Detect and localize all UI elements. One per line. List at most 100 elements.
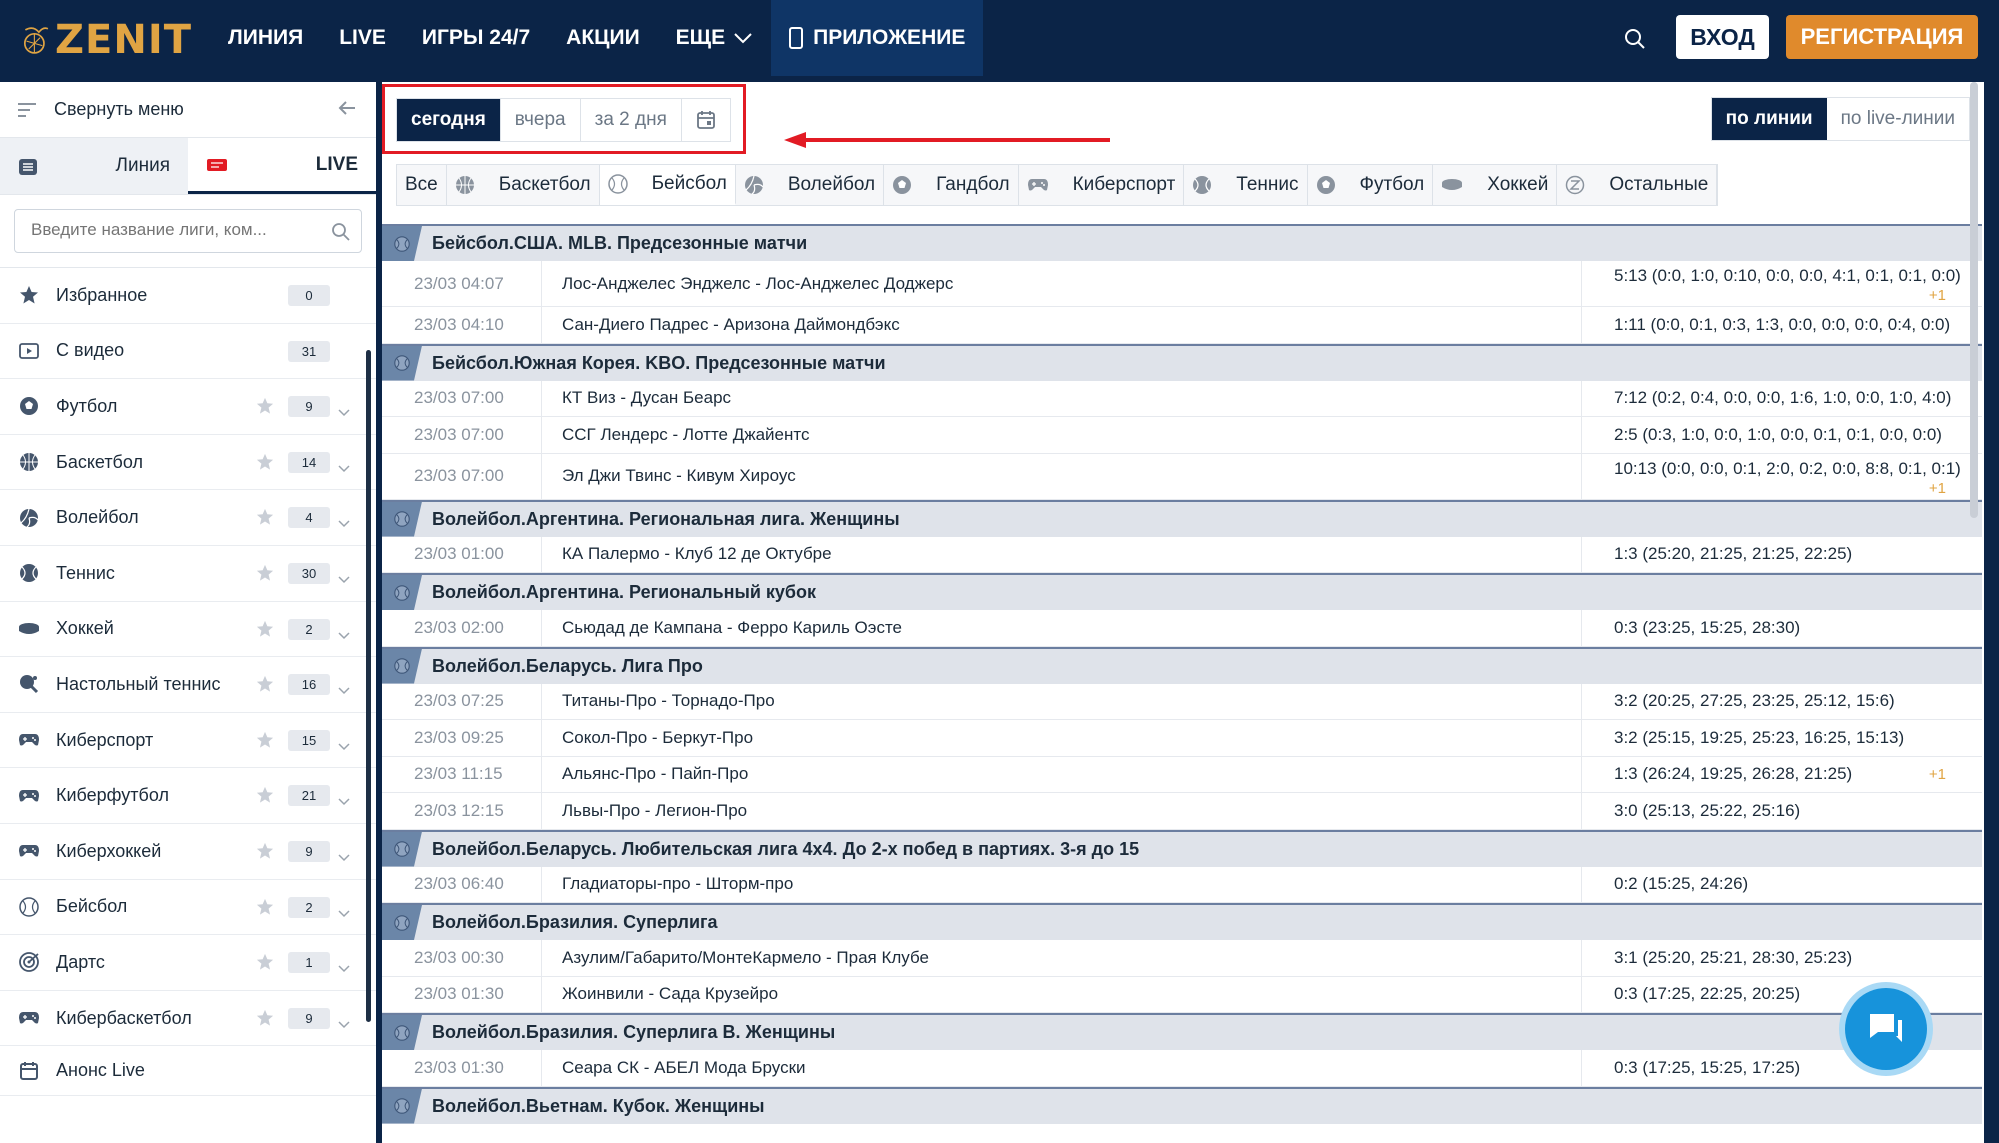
sidebar-item[interactable]: Хоккей 2: [0, 602, 376, 658]
match-row[interactable]: 23/03 12:15 Львы-Про - Легион-Про 3:0 (25:…: [382, 793, 1982, 830]
nav-more[interactable]: ЕЩЕ: [658, 0, 771, 76]
sidebar-item[interactable]: Избранное 0: [0, 268, 376, 324]
match-row[interactable]: 23/03 00:30 Азулим/Габарито/МонтеКармело …: [382, 940, 1982, 977]
chevron-down-icon[interactable]: [338, 846, 350, 867]
sidebar-scrollbar[interactable]: [366, 350, 371, 1022]
favorite-star-icon[interactable]: [256, 508, 274, 531]
match-row[interactable]: 23/03 11:15 Альянс-Про - Пайп-Про 1:3 (26:…: [382, 756, 1982, 793]
count-badge: 2: [288, 896, 330, 918]
mode-live-button[interactable]: по live-линии: [1827, 98, 1969, 140]
nav-promos[interactable]: АКЦИИ: [548, 0, 658, 76]
main-scrollbar[interactable]: [1970, 82, 1978, 518]
league-search-input[interactable]: [29, 210, 329, 250]
sport-tab[interactable]: Волейбол: [736, 165, 885, 205]
chevron-down-icon[interactable]: [338, 957, 350, 978]
match-row[interactable]: 23/03 02:00 Сьюдад де Кампана - Ферро Кар…: [382, 610, 1982, 647]
tennis-icon: [18, 562, 40, 584]
nav-games[interactable]: ИГРЫ 24/7: [404, 0, 548, 76]
sidebar-item[interactable]: Теннис 30: [0, 546, 376, 602]
match-row[interactable]: 23/03 07:00 ССГ Лендерс - Лотте Джайентс 2…: [382, 417, 1982, 454]
favorite-star-icon[interactable]: [256, 675, 274, 698]
top-bar: ZENIT ЛИНИЯ LIVE ИГРЫ 24/7 АКЦИИ ЕЩЕ ПРИ…: [0, 0, 1999, 82]
sidebar-item[interactable]: Волейбол 4: [0, 490, 376, 546]
chevron-down-icon[interactable]: [338, 568, 350, 589]
sidebar-item[interactable]: Дартс 1: [0, 935, 376, 991]
match-row[interactable]: 23/03 09:25 Сокол-Про - Беркут-Про 3:2 (25…: [382, 720, 1982, 757]
tab-line[interactable]: Линия: [0, 138, 188, 194]
chevron-down-icon[interactable]: [338, 512, 350, 533]
favorite-star-icon[interactable]: [256, 620, 274, 643]
chevron-down-icon[interactable]: [338, 401, 350, 422]
register-button[interactable]: РЕГИСТРАЦИЯ: [1786, 15, 1978, 59]
match-score-cell: 1:11 (0:0, 0:1, 0:3, 1:3, 0:0, 0:0, 0:0,…: [1582, 307, 1982, 343]
nav-line[interactable]: ЛИНИЯ: [210, 0, 321, 76]
calendar-button[interactable]: [682, 99, 730, 141]
chevron-down-icon[interactable]: [338, 902, 350, 923]
count-badge: 15: [288, 729, 330, 751]
login-button[interactable]: ВХОД: [1676, 15, 1769, 59]
sidebar-item[interactable]: Киберфутбол 21: [0, 768, 376, 824]
date-today-button[interactable]: сегодня: [397, 99, 501, 141]
collapse-menu[interactable]: Свернуть меню: [0, 82, 376, 138]
match-row[interactable]: 23/03 01:00 КА Палермо - Клуб 12 де Октуб…: [382, 536, 1982, 573]
match-row[interactable]: 23/03 04:07 Лос-Анджелес Энджелс - Лос-Ан…: [382, 261, 1982, 307]
date-2days-button[interactable]: за 2 дня: [581, 99, 682, 141]
gamepad-icon: [1027, 178, 1061, 192]
search-button[interactable]: [1618, 22, 1652, 56]
match-time: 23/03 07:00: [382, 417, 542, 453]
more-badge[interactable]: +1: [1929, 480, 1946, 497]
chevron-down-icon[interactable]: [338, 624, 350, 645]
sidebar-item[interactable]: Киберспорт 15: [0, 713, 376, 769]
sport-tab[interactable]: Теннис: [1184, 165, 1308, 205]
mode-line-button[interactable]: по линии: [1711, 98, 1827, 140]
nav-app[interactable]: ПРИЛОЖЕНИЕ: [771, 0, 984, 76]
football-icon: [18, 395, 40, 417]
sidebar-item[interactable]: Баскетбол 14: [0, 435, 376, 491]
sidebar-item[interactable]: Настольный теннис 16: [0, 657, 376, 713]
chevron-down-icon[interactable]: [338, 1013, 350, 1034]
match-row[interactable]: 23/03 01:30 Жоинвили - Сада Крузейро 0:3 (…: [382, 976, 1982, 1013]
favorite-star-icon[interactable]: [256, 898, 274, 921]
sport-tab[interactable]: Гандбол: [884, 165, 1019, 205]
favorite-star-icon[interactable]: [256, 564, 274, 587]
search-icon[interactable]: [331, 222, 351, 242]
chevron-down-icon[interactable]: [338, 457, 350, 478]
sport-tab[interactable]: Бейсбол: [599, 165, 736, 205]
favorite-star-icon[interactable]: [256, 1009, 274, 1032]
favorite-star-icon[interactable]: [256, 731, 274, 754]
sport-tab[interactable]: Все: [397, 165, 447, 205]
chat-button[interactable]: [1845, 988, 1927, 1070]
favorite-star-icon[interactable]: [256, 397, 274, 420]
nav-live[interactable]: LIVE: [321, 0, 404, 76]
match-row[interactable]: 23/03 07:25 Титаны-Про - Торнадо-Про 3:2 (…: [382, 683, 1982, 720]
sidebar-item-anons-live[interactable]: Анонс Live: [0, 1046, 376, 1097]
tab-live[interactable]: LIVE: [188, 138, 376, 194]
match-row[interactable]: 23/03 07:00 КТ Виз - Дусан Беарс 7:12 (0:2…: [382, 380, 1982, 417]
sidebar-item[interactable]: Кибербаскетбол 9: [0, 991, 376, 1047]
more-badge[interactable]: +1: [1929, 287, 1946, 304]
sidebar-item[interactable]: Киберхоккей 9: [0, 824, 376, 880]
date-yesterday-button[interactable]: вчера: [501, 99, 581, 141]
favorite-star-icon[interactable]: [256, 842, 274, 865]
more-badge[interactable]: +1: [1929, 766, 1946, 783]
favorite-star-icon[interactable]: [256, 786, 274, 809]
match-row[interactable]: 23/03 06:40 Гладиаторы-про - Шторм-про 0:2…: [382, 866, 1982, 903]
match-row[interactable]: 23/03 01:30 Сеара СК - АБЕЛ Мода Бруски 0:…: [382, 1050, 1982, 1087]
favorite-star-icon[interactable]: [256, 953, 274, 976]
sidebar-item[interactable]: Бейсбол 2: [0, 880, 376, 936]
sport-tab[interactable]: Остальные: [1557, 165, 1718, 205]
logo[interactable]: ZENIT: [22, 8, 192, 72]
favorite-star-icon[interactable]: [256, 453, 274, 476]
sport-tab[interactable]: Баскетбол: [447, 165, 600, 205]
sidebar-item[interactable]: Футбол 9: [0, 379, 376, 435]
match-row[interactable]: 23/03 07:00 Эл Джи Твинс - Кивум Хироус 10…: [382, 453, 1982, 500]
match-row[interactable]: 23/03 04:10 Сан-Диего Падрес - Аризона Да…: [382, 307, 1982, 344]
chevron-down-icon[interactable]: [338, 679, 350, 700]
sport-tab-label: Все: [405, 174, 438, 195]
sport-tab[interactable]: Футбол: [1308, 165, 1434, 205]
chevron-down-icon[interactable]: [338, 735, 350, 756]
sport-tab[interactable]: Хоккей: [1433, 165, 1558, 205]
sidebar-item[interactable]: С видео 31: [0, 324, 376, 380]
sport-tab[interactable]: Киберспорт: [1019, 165, 1185, 205]
chevron-down-icon[interactable]: [338, 790, 350, 811]
